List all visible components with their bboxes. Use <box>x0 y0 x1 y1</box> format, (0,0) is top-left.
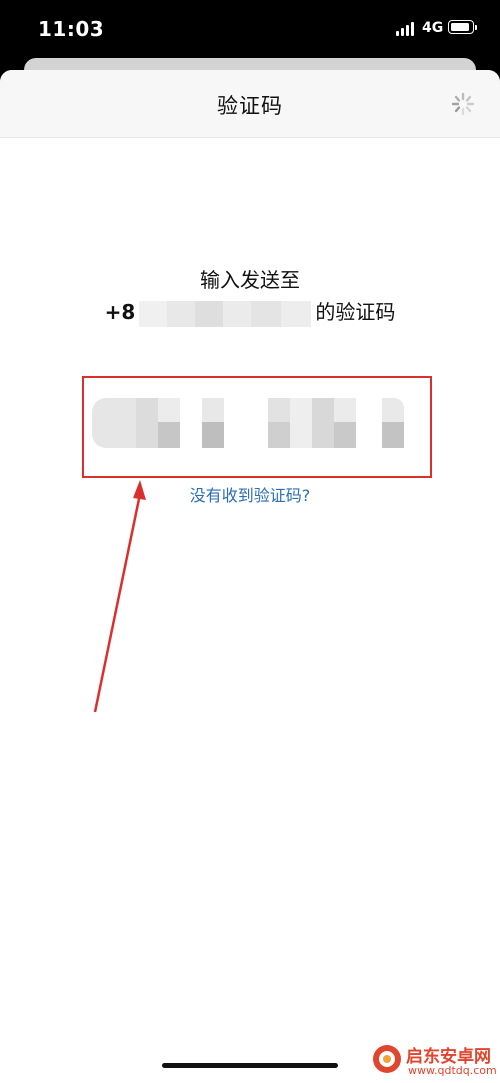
verification-code-input[interactable] <box>82 376 432 478</box>
prompt-line-2: +8 的验证码 <box>0 296 500 327</box>
watermark-url: www.qdtdq.com <box>408 1064 497 1077</box>
signal-icon <box>396 22 416 36</box>
annotation-arrow <box>93 480 146 713</box>
resend-code-link[interactable]: 没有收到验证码? <box>0 482 500 506</box>
nav-bar: 验证码 <box>0 70 500 138</box>
watermark-logo-icon <box>373 1045 401 1073</box>
watermark: 启东安卓网 www.qdtdq.com <box>372 1040 500 1080</box>
phone-number-blurred <box>139 300 312 327</box>
prompt-suffix: 的验证码 <box>315 300 396 324</box>
code-digits-blurred <box>92 398 412 448</box>
phone-prefix: +8 <box>104 300 136 324</box>
spinner-icon <box>451 92 475 116</box>
prompt-line-1: 输入发送至 <box>200 268 300 292</box>
status-time: 11:03 <box>38 17 105 41</box>
verification-sheet: 验证码 输入发送至 +8 的验证码 没有收到验证码? <box>0 70 500 1083</box>
page-title: 验证码 <box>217 94 283 118</box>
network-type: 4G <box>422 20 444 36</box>
status-bar: 11:03 4G <box>0 0 500 58</box>
home-indicator[interactable] <box>162 1063 338 1068</box>
battery-icon <box>448 20 477 34</box>
